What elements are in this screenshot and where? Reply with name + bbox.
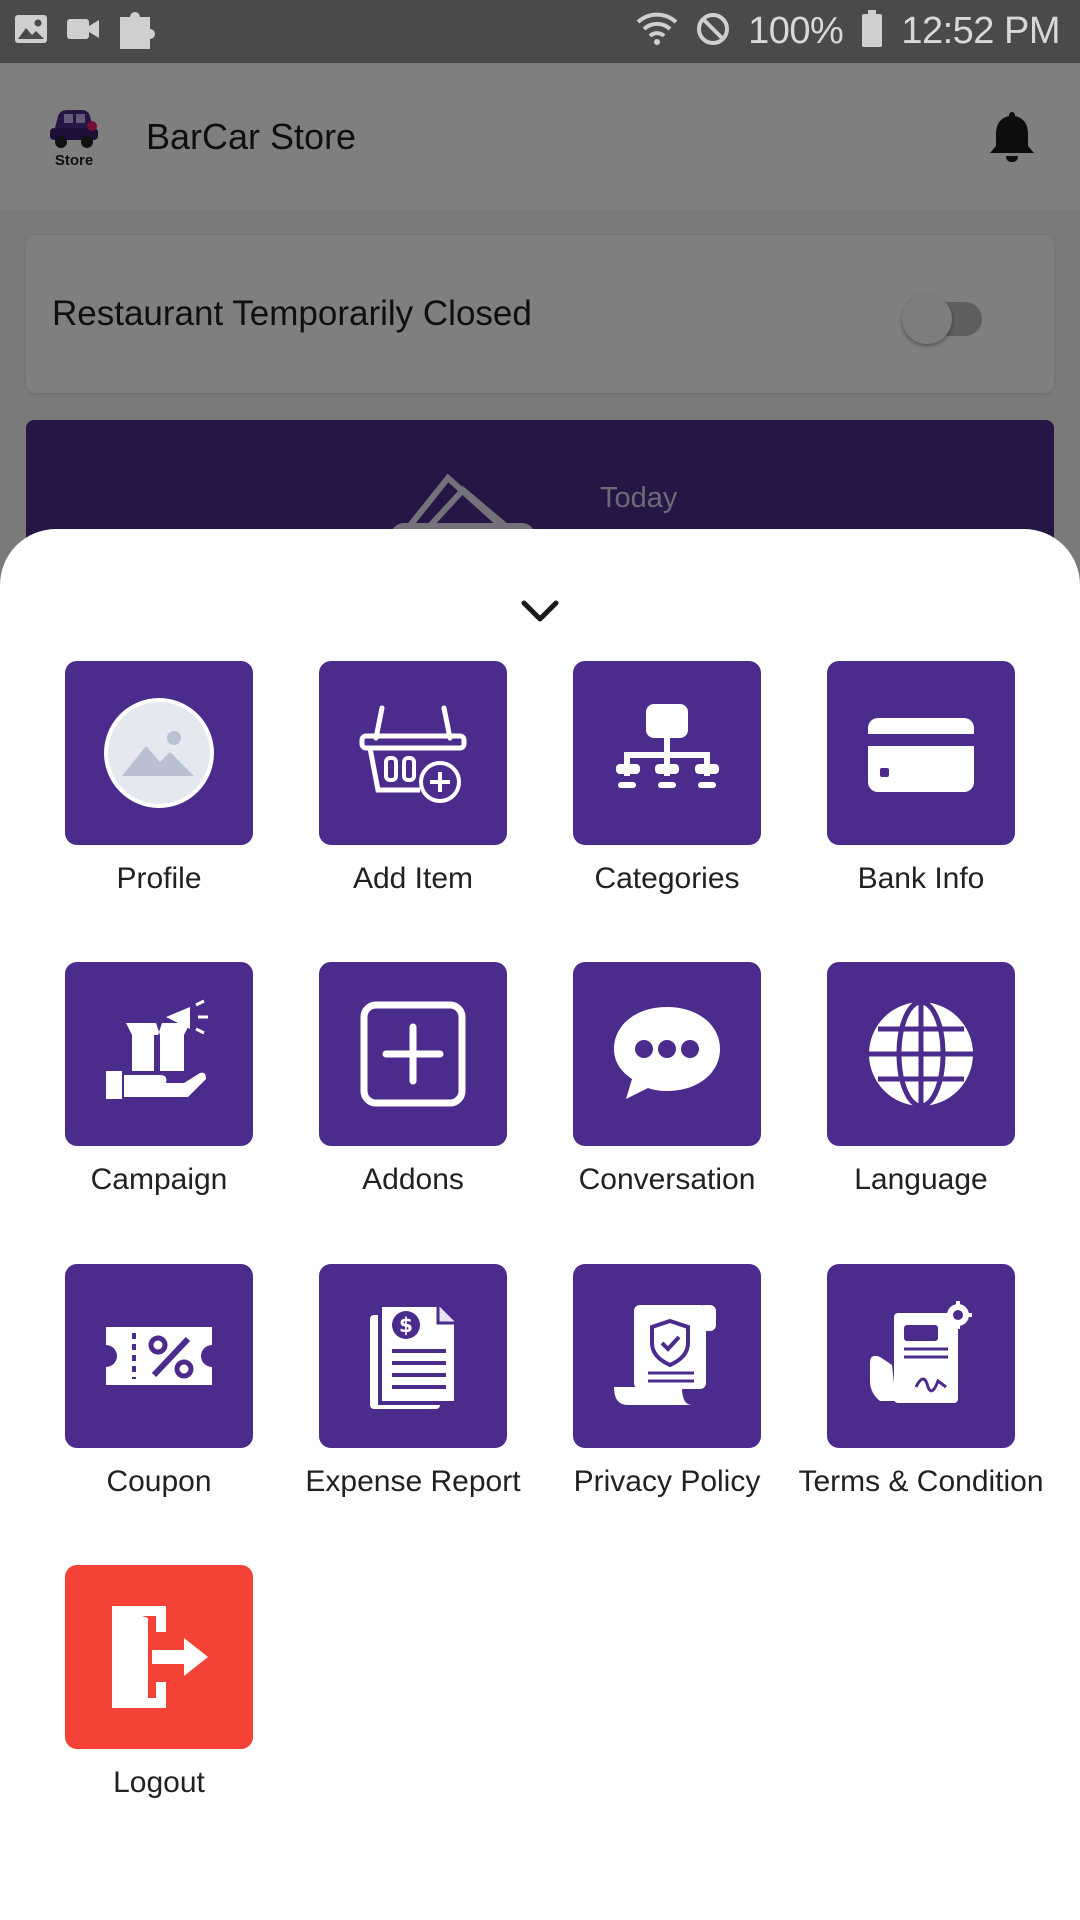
menu-item-expense-report[interactable]: $ Expense Report (286, 1264, 540, 1500)
expense-report-tile: $ (319, 1264, 507, 1448)
menu-item-label: Conversation (578, 1163, 756, 1196)
logout-tile (65, 1565, 253, 1749)
menu-item-categories[interactable]: Categories (540, 661, 794, 897)
menu-item-campaign[interactable]: Campaign (32, 962, 286, 1198)
profile-image-icon (104, 698, 214, 808)
menu-item-label: Language (854, 1163, 988, 1196)
add-item-tile (319, 661, 507, 845)
status-bar-right: 100% 12:52 PM (636, 10, 1060, 53)
puzzle-icon (118, 7, 156, 56)
basket-add-icon (359, 705, 467, 803)
battery-icon (861, 10, 883, 53)
menu-item-label: Bank Info (857, 862, 985, 895)
profile-tile (65, 661, 253, 845)
chat-bubble-icon (614, 1007, 720, 1099)
menu-item-coupon[interactable]: Coupon (32, 1264, 286, 1500)
privacy-policy-tile (573, 1264, 761, 1448)
battery-percent: 100% (748, 10, 844, 52)
menu-item-label: Add Item (352, 862, 474, 895)
privacy-policy-icon (614, 1305, 716, 1405)
menu-item-label: Coupon (106, 1465, 212, 1498)
clock: 12:52 PM (901, 10, 1060, 52)
globe-icon (869, 999, 973, 1109)
menu-item-logout[interactable]: Logout (32, 1565, 286, 1801)
coupon-icon (106, 1327, 212, 1385)
menu-item-privacy-policy[interactable]: Privacy Policy (540, 1264, 794, 1500)
chevron-down-icon (521, 600, 559, 622)
svg-text:$: $ (399, 1313, 413, 1337)
language-tile (827, 962, 1015, 1146)
menu-item-label: Terms & Condition (798, 1465, 1044, 1498)
addons-tile (319, 962, 507, 1146)
campaign-tile (65, 962, 253, 1146)
bank-info-tile (827, 661, 1015, 845)
wifi-icon (636, 12, 678, 51)
logout-icon (112, 1606, 208, 1708)
video-icon (66, 17, 100, 46)
plus-square-icon (360, 1001, 466, 1107)
menu-item-label: Profile (116, 862, 202, 895)
menu-item-label: Logout (113, 1766, 205, 1799)
status-bar-left (14, 7, 156, 56)
expense-report-icon: $ (370, 1303, 458, 1409)
campaign-icon (106, 999, 208, 1099)
menu-item-label: Privacy Policy (573, 1465, 761, 1498)
categories-tile (573, 661, 761, 845)
menu-item-bank-info[interactable]: Bank Info (794, 661, 1048, 897)
do-not-disturb-icon (696, 12, 730, 51)
menu-item-add-item[interactable]: Add Item (286, 661, 540, 897)
menu-item-addons[interactable]: Addons (286, 962, 540, 1198)
collapse-sheet-button[interactable] (515, 595, 565, 627)
terms-condition-tile (827, 1264, 1015, 1448)
menu-item-label: Categories (594, 862, 740, 895)
status-bar: 100% 12:52 PM (0, 0, 1080, 63)
menu-item-terms-condition[interactable]: Terms & Condition (794, 1264, 1048, 1500)
menu-item-label: Expense Report (305, 1465, 521, 1498)
menu-bottom-sheet: Profile Add Item Categories Bank Info Ca… (0, 529, 1080, 1920)
menu-item-label: Campaign (90, 1163, 228, 1196)
hierarchy-icon (616, 704, 719, 788)
conversation-tile (573, 962, 761, 1146)
image-icon (14, 14, 48, 49)
menu-item-conversation[interactable]: Conversation (540, 962, 794, 1198)
menu-item-language[interactable]: Language (794, 962, 1048, 1198)
coupon-tile (65, 1264, 253, 1448)
terms-contract-icon (870, 1301, 972, 1403)
credit-card-icon (868, 718, 974, 792)
screen: 100% 12:52 PM Store BarCar Store (0, 0, 1080, 1920)
menu-item-profile[interactable]: Profile (32, 661, 286, 897)
menu-item-label: Addons (362, 1163, 464, 1196)
